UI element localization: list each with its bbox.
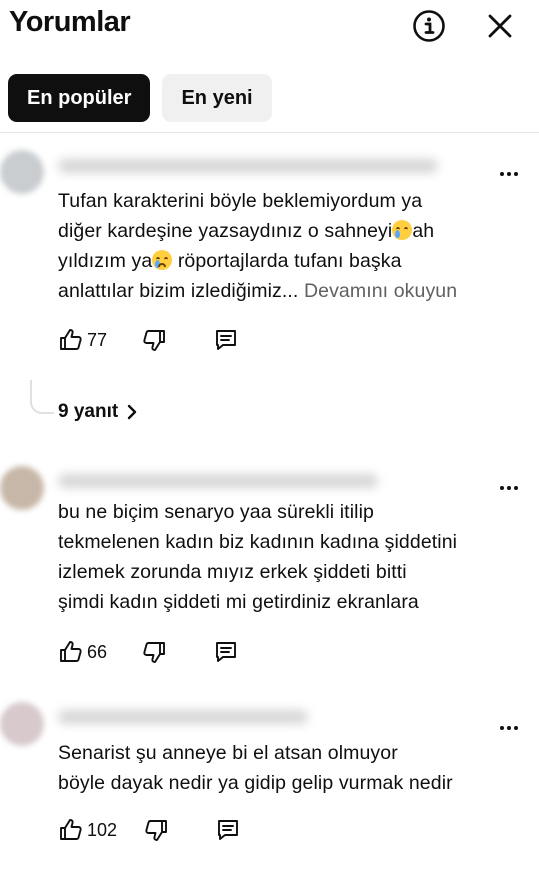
- header-divider: [0, 132, 539, 133]
- reply-button[interactable]: [215, 817, 241, 843]
- avatar[interactable]: [0, 702, 44, 746]
- like-count: 102: [87, 819, 118, 840]
- comment-more-button[interactable]: [496, 718, 522, 738]
- thumbs-down-icon: [145, 820, 167, 841]
- author-name-blurred: [58, 159, 438, 173]
- dislike-button[interactable]: [141, 639, 167, 665]
- thumbs-up-icon: [60, 819, 82, 840]
- chip-popular[interactable]: En popüler: [8, 74, 151, 122]
- info-button[interactable]: [407, 4, 451, 48]
- reply-comment-icon: [216, 642, 236, 662]
- like-button[interactable]: 66: [58, 639, 107, 665]
- reply-comment-icon: [218, 820, 238, 840]
- close-button[interactable]: [478, 4, 522, 48]
- comment-more-button[interactable]: [496, 164, 522, 184]
- comment-text: Senarist şu anneye bi el atsan olmuyor b…: [58, 742, 453, 794]
- comment-text: Tufan karakterini böyle beklemiyordum ya…: [58, 186, 528, 306]
- reply-button[interactable]: [213, 327, 239, 353]
- thumbs-up-icon: [60, 329, 82, 350]
- reply-comment-icon: [216, 330, 236, 350]
- read-more-link[interactable]: Devamını okuyun: [304, 280, 457, 302]
- page-title: Yorumlar: [9, 6, 131, 38]
- dislike-button[interactable]: [141, 327, 167, 353]
- dislike-button[interactable]: [143, 817, 169, 843]
- more-vertical-icon: [500, 486, 518, 490]
- more-vertical-icon: [500, 726, 518, 730]
- chip-newest[interactable]: En yeni: [162, 74, 272, 122]
- thread-connector: [30, 380, 54, 414]
- comment-more-button[interactable]: [496, 478, 522, 498]
- thumbs-down-icon: [143, 330, 165, 351]
- thumbs-down-icon: [143, 642, 165, 663]
- chevron-right-icon: [128, 404, 137, 420]
- sort-chips: En popüler En yeni: [8, 74, 272, 122]
- like-button[interactable]: 102: [58, 817, 117, 843]
- comment-text-part: Tufan karakterini böyle beklemiyordum ya…: [58, 190, 423, 242]
- replies-toggle[interactable]: 9 yanıt: [58, 401, 138, 423]
- like-count: 77: [87, 329, 108, 350]
- like-count: 66: [87, 641, 108, 662]
- avatar[interactable]: [0, 466, 44, 510]
- like-button[interactable]: 77: [58, 327, 107, 353]
- more-vertical-icon: [500, 172, 518, 176]
- replies-count: 9 yanıt: [58, 401, 119, 422]
- author-name-blurred: [58, 474, 378, 488]
- comments-header: Yorumlar: [0, 0, 539, 56]
- author-name-blurred: [58, 710, 308, 724]
- sobbing-face-icon: [152, 250, 173, 270]
- comment-actions: 102: [58, 816, 241, 844]
- comment-text: bu ne biçim senaryo yaa sürekli itilip t…: [58, 501, 458, 613]
- avatar[interactable]: [0, 150, 44, 194]
- info-circle-icon: [413, 10, 445, 42]
- comment-actions: 66: [58, 638, 239, 666]
- comment-actions: 77: [58, 326, 239, 354]
- close-x-icon: [488, 14, 512, 38]
- reply-button[interactable]: [213, 639, 239, 665]
- crying-face-icon: [392, 220, 413, 240]
- thumbs-up-icon: [60, 641, 82, 662]
